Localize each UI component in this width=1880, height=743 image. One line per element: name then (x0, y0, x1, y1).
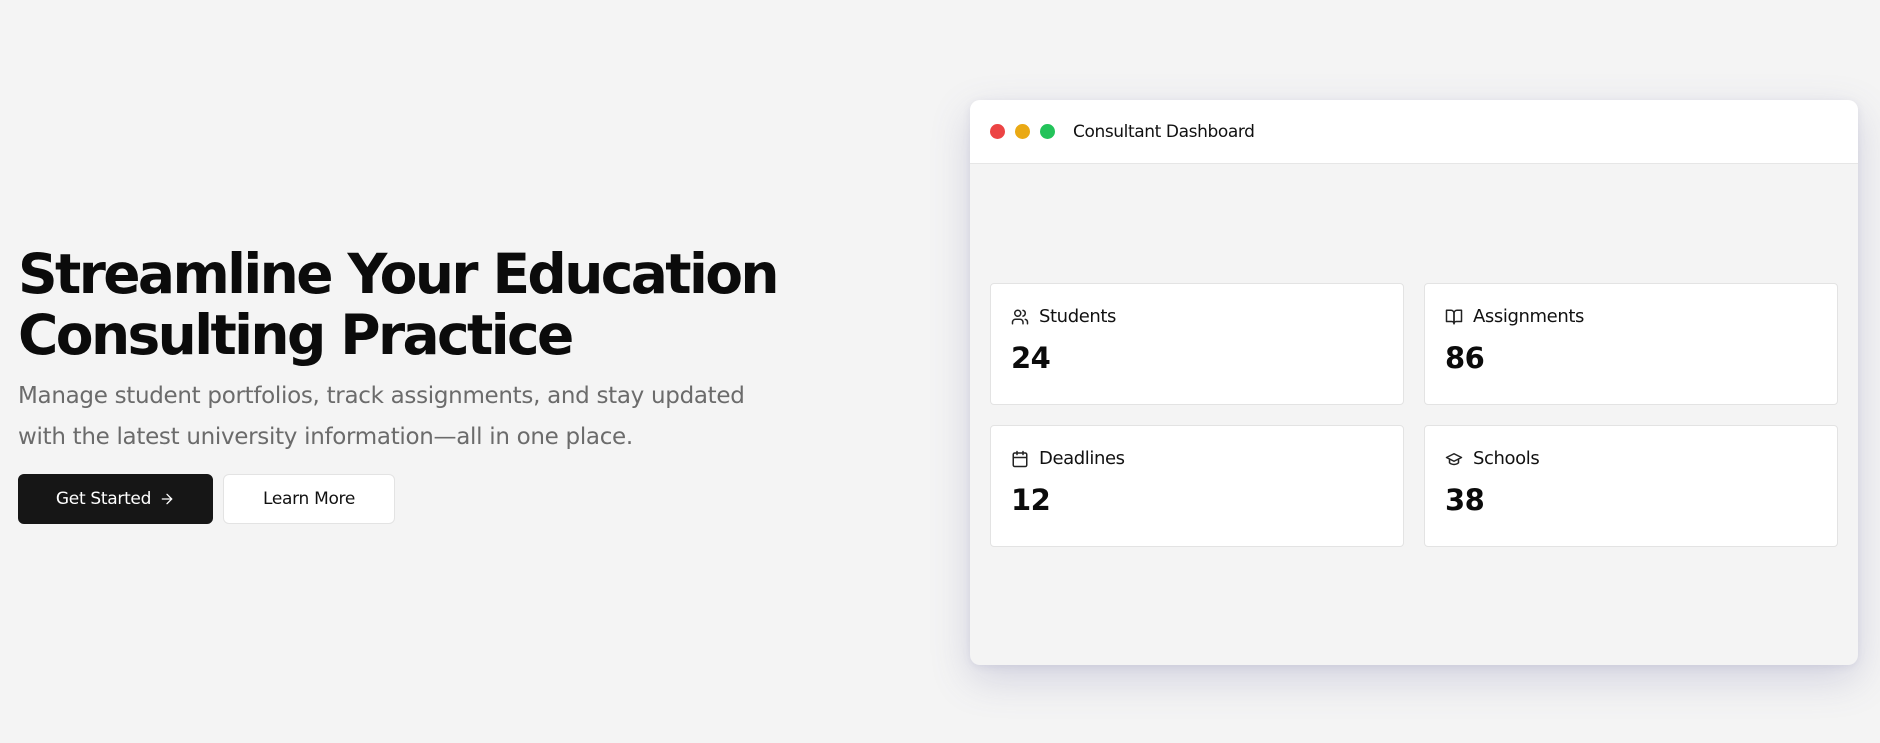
stat-value: 86 (1445, 341, 1485, 375)
get-started-button[interactable]: Get Started (18, 474, 213, 524)
close-dot-icon (990, 124, 1005, 139)
landing-page: Streamline Your Education Consulting Pra… (0, 0, 1880, 743)
arrow-right-icon (159, 491, 175, 507)
stat-card-header: Students (1011, 306, 1383, 327)
graduation-cap-icon (1445, 450, 1463, 468)
users-icon (1011, 308, 1029, 326)
maximize-dot-icon (1040, 124, 1055, 139)
calendar-icon (1011, 450, 1029, 468)
stat-label: Students (1039, 306, 1117, 327)
window-titlebar: Consultant Dashboard (970, 100, 1858, 164)
hero-title-line-2: Consulting Practice (18, 303, 574, 367)
window-controls (990, 124, 1055, 139)
hero-subtitle: Manage student portfolios, track assignm… (18, 383, 745, 450)
hero-section: Streamline Your Education Consulting Pra… (18, 242, 780, 524)
learn-more-button[interactable]: Learn More (223, 474, 395, 524)
hero-title-line-1: Streamline Your Education (18, 242, 780, 306)
stat-card-header: Assignments (1445, 306, 1817, 327)
stat-card-assignments: Assignments 86 (1424, 283, 1838, 405)
stats-grid: Students 24 Assignments 86 Deadlines 12 … (990, 283, 1838, 547)
dashboard-preview-window: Consultant Dashboard Students 24 Assignm… (970, 100, 1858, 665)
stat-label: Assignments (1473, 306, 1584, 327)
stat-label: Deadlines (1039, 448, 1125, 469)
hero-actions: Get Started Learn More (18, 474, 778, 524)
stat-card-header: Schools (1445, 448, 1817, 469)
hero-title: Streamline Your Education Consulting Pra… (18, 242, 780, 367)
stat-card-deadlines: Deadlines 12 (990, 425, 1404, 547)
stat-value: 24 (1011, 341, 1051, 375)
stat-card-schools: Schools 38 (1424, 425, 1838, 547)
book-open-icon (1445, 308, 1463, 326)
learn-more-label: Learn More (262, 489, 356, 509)
stat-card-students: Students 24 (990, 283, 1404, 405)
stat-label: Schools (1473, 448, 1540, 469)
stat-value: 12 (1011, 483, 1051, 517)
stat-card-header: Deadlines (1011, 448, 1383, 469)
minimize-dot-icon (1015, 124, 1030, 139)
window-title: Consultant Dashboard (1073, 121, 1255, 142)
get-started-label: Get Started (55, 489, 152, 509)
stat-value: 38 (1445, 483, 1485, 517)
